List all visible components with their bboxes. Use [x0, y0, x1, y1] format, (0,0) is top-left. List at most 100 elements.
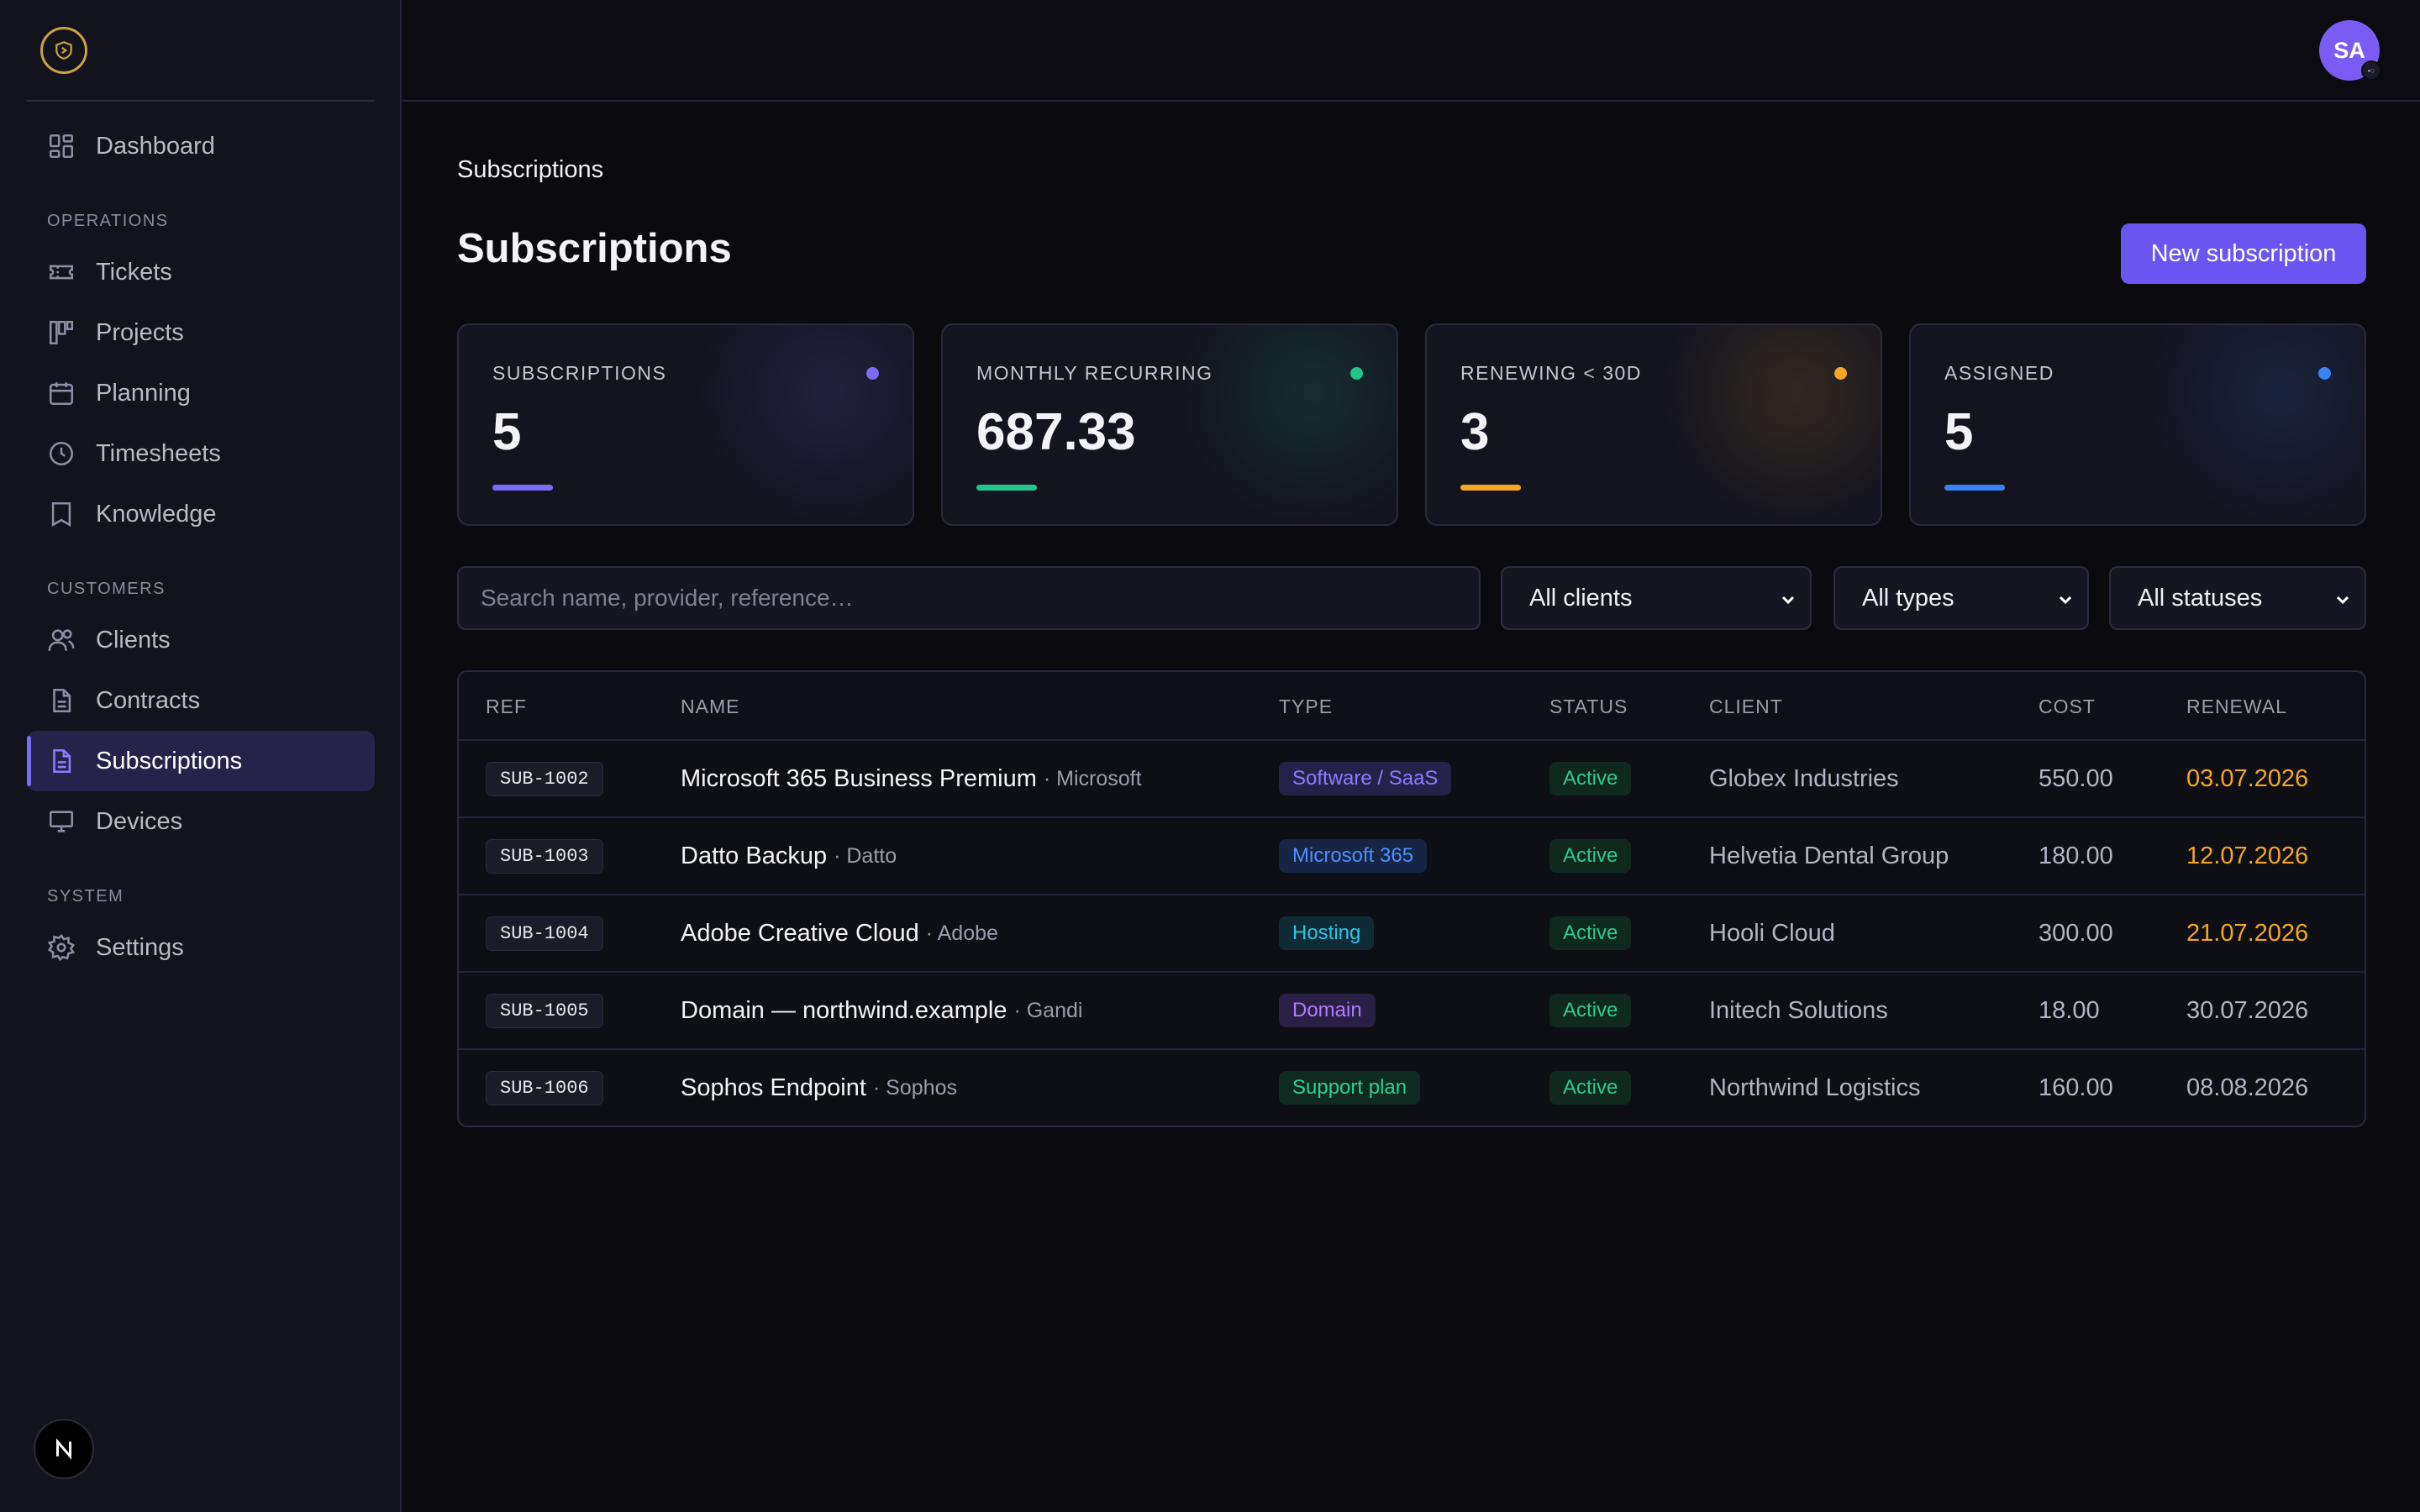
ref-chip[interactable]: SUB-1006 — [486, 1070, 603, 1105]
status-filter-select[interactable]: All statuses — [2109, 566, 2366, 630]
sidebar-item-label: Devices — [96, 807, 183, 835]
renewal-date: 12.07.2026 — [2186, 842, 2309, 869]
search-input[interactable] — [457, 566, 1481, 630]
subscription-name[interactable]: Domain — northwind.example — [681, 997, 1007, 1025]
stat-value: 687.33 — [976, 403, 1136, 461]
client-name: Initech Solutions — [1709, 996, 1888, 1024]
type-cell: Hosting — [1279, 895, 1375, 971]
type-badge: Support plan — [1279, 1071, 1421, 1105]
new-subscription-button[interactable]: New subscription — [2121, 223, 2366, 284]
type-cell: Domain — [1279, 973, 1376, 1048]
table-row[interactable]: SUB-1002 Microsoft 365 Business Premium · … — [459, 741, 2365, 818]
cost-value: 550.00 — [2039, 764, 2113, 792]
status-cell: Active — [1549, 741, 1632, 816]
ref-chip[interactable]: SUB-1005 — [486, 993, 603, 1028]
breadcrumb[interactable]: Subscriptions — [457, 156, 603, 184]
stat-card-subscriptions: SUBSCRIPTIONS 5 — [457, 323, 914, 526]
stat-value: 5 — [1944, 403, 1974, 461]
client-filter-select[interactable]: All clients — [1501, 566, 1812, 630]
sidebar-item-tickets[interactable]: Tickets — [27, 242, 375, 302]
sidebar-item-planning[interactable]: Planning — [27, 363, 375, 423]
table-row[interactable]: SUB-1005 Domain — northwind.example · Gand… — [459, 973, 2365, 1050]
book-icon — [47, 500, 76, 528]
ref-cell: SUB-1002 — [486, 741, 603, 816]
status-cell: Active — [1549, 1050, 1632, 1126]
subscriptions-table: REF NAME TYPE STATUS CLIENT COST RENEWAL… — [457, 670, 2366, 1127]
section-operations: OPERATIONS — [47, 211, 169, 230]
subscription-name[interactable]: Adobe Creative Cloud — [681, 920, 919, 948]
sidebar-item-settings[interactable]: Settings — [27, 917, 375, 978]
provider-name: · Adobe — [925, 921, 998, 945]
client-name: Globex Industries — [1709, 764, 1899, 792]
subscription-name[interactable]: Microsoft 365 Business Premium — [681, 765, 1037, 793]
sidebar-item-subscriptions[interactable]: Subscriptions — [27, 731, 375, 791]
sidebar-item-label: Clients — [96, 626, 171, 654]
provider-name: · Microsoft — [1043, 766, 1142, 790]
stats-cards: SUBSCRIPTIONS 5 MONTHLY RECURRING 687.33… — [457, 323, 2366, 526]
sidebar-item-timesheets[interactable]: Timesheets — [27, 423, 375, 484]
users-icon — [47, 626, 76, 654]
sidebar-item-label: Contracts — [96, 686, 201, 714]
column-header[interactable]: TYPE — [1279, 696, 1333, 718]
client-cell: Initech Solutions — [1709, 973, 1888, 1048]
name-cell: Adobe Creative Cloud · Adobe — [681, 895, 998, 971]
type-filter-select[interactable]: All types — [1833, 566, 2089, 630]
renewal-cell: 03.07.2026 — [2186, 741, 2308, 816]
status-badge: Active — [1549, 839, 1632, 873]
column-header[interactable]: STATUS — [1549, 696, 1628, 718]
renewal-date: 30.07.2026 — [2186, 996, 2309, 1024]
ref-chip[interactable]: SUB-1004 — [486, 916, 603, 951]
sidebar-divider — [27, 100, 375, 102]
sidebar-item-projects[interactable]: Projects — [27, 302, 375, 363]
status-cell: Active — [1549, 895, 1632, 971]
table-row[interactable]: SUB-1004 Adobe Creative Cloud · Adobe Hosti… — [459, 895, 2365, 973]
subscription-name[interactable]: Datto Backup — [681, 843, 827, 870]
column-header[interactable]: REF — [486, 696, 527, 718]
ref-chip[interactable]: SUB-1003 — [486, 838, 603, 874]
subscription-name[interactable]: Sophos Endpoint — [681, 1074, 866, 1102]
sidebar-item-devices[interactable]: Devices — [27, 791, 375, 852]
page-title: Subscriptions — [457, 226, 732, 271]
avatar[interactable]: SA •○ — [2319, 20, 2381, 81]
sidebar-item-label: Settings — [96, 933, 184, 961]
type-cell: Support plan — [1279, 1050, 1421, 1126]
client-name: Helvetia Dental Group — [1709, 842, 1949, 869]
column-header[interactable]: CLIENT — [1709, 696, 1783, 718]
select-value: All clients — [1529, 584, 1633, 612]
type-cell: Microsoft 365 — [1279, 818, 1428, 894]
stat-dot — [1350, 367, 1363, 380]
avatar-initials: SA — [2333, 37, 2365, 63]
stat-value: 5 — [492, 403, 522, 461]
table-row[interactable]: SUB-1006 Sophos Endpoint · Sophos Support p… — [459, 1050, 2365, 1126]
select-value: All statuses — [2138, 584, 2263, 612]
renewal-cell: 12.07.2026 — [2186, 818, 2308, 894]
sidebar-item-label: Planning — [96, 379, 191, 407]
shield-icon — [55, 41, 72, 60]
renewal-date: 21.07.2026 — [2186, 919, 2309, 947]
cost-value: 180.00 — [2039, 842, 2113, 869]
app-logo[interactable] — [40, 27, 87, 74]
column-header[interactable]: RENEWAL — [2186, 696, 2287, 718]
renewal-cell: 21.07.2026 — [2186, 895, 2308, 971]
sidebar-item-label: Timesheets — [96, 439, 221, 467]
client-name: Northwind Logistics — [1709, 1074, 1921, 1101]
column-header[interactable]: NAME — [681, 696, 739, 718]
section-system: SYSTEM — [47, 886, 124, 906]
cost-cell: 550.00 — [2039, 741, 2113, 816]
renewal-cell: 08.08.2026 — [2186, 1050, 2308, 1126]
sidebar-item-contracts[interactable]: Contracts — [27, 670, 375, 731]
column-header[interactable]: COST — [2039, 696, 2096, 718]
ref-chip[interactable]: SUB-1002 — [486, 761, 603, 796]
sidebar-item-dashboard[interactable]: Dashboard — [27, 116, 375, 176]
card-glow — [694, 325, 913, 524]
table-row[interactable]: SUB-1003 Datto Backup · Datto Microsoft 365… — [459, 818, 2365, 895]
sidebar-item-clients[interactable]: Clients — [27, 610, 375, 670]
ref-cell: SUB-1004 — [486, 895, 603, 971]
sidebar-item-knowledge[interactable]: Knowledge — [27, 484, 375, 544]
stat-dot — [1834, 367, 1847, 380]
sidebar-nav: Dashboard OPERATIONS Tickets Projects Pl… — [27, 116, 375, 978]
stat-card-renewing: RENEWING < 30D 3 — [1425, 323, 1882, 526]
framework-badge[interactable] — [34, 1419, 94, 1479]
stat-label: RENEWING < 30D — [1460, 362, 1642, 384]
client-cell: Northwind Logistics — [1709, 1050, 1920, 1126]
